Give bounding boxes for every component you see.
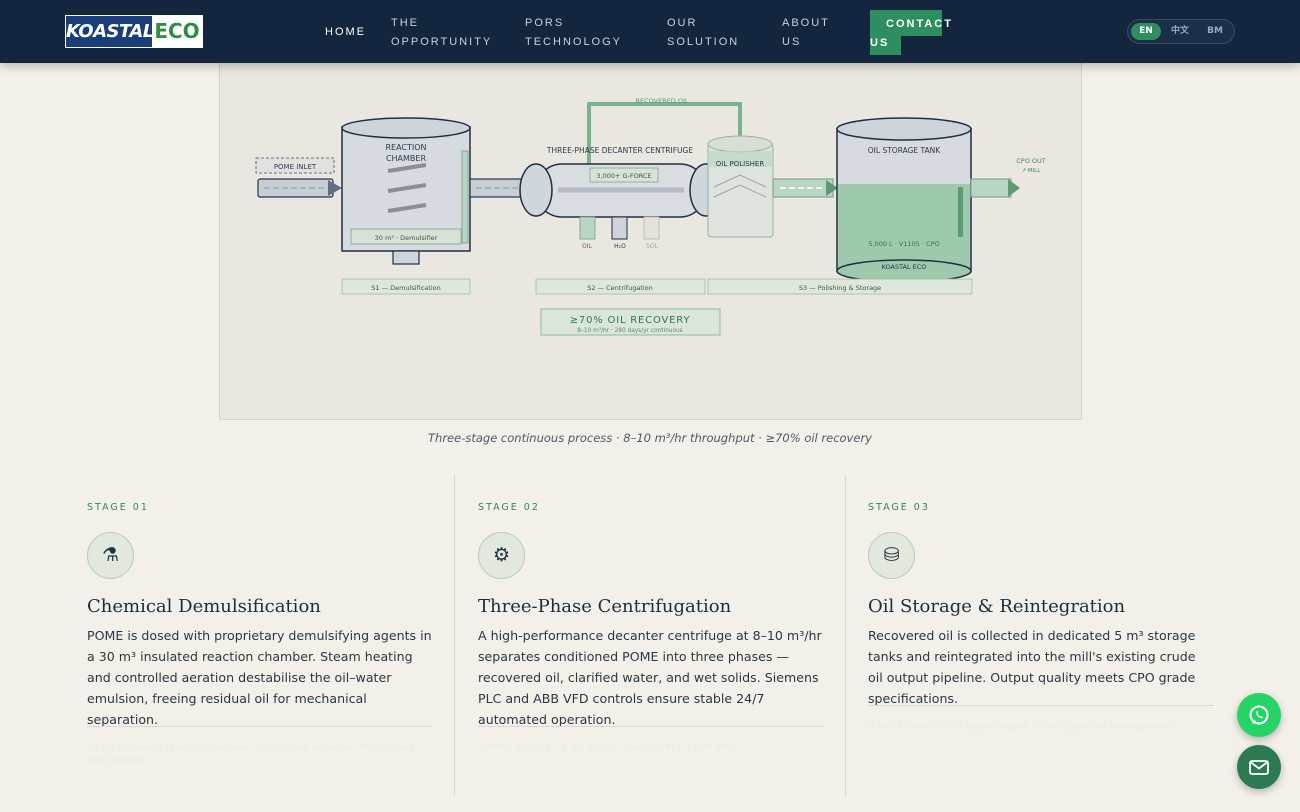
stage-title: Chemical Demulsification xyxy=(87,596,321,617)
tank-oil-level xyxy=(838,184,970,270)
stage-meta: 3,000+ G-force · 8–10 m³/hr · Siemens PL… xyxy=(478,742,824,755)
nav-label-line1: ABOUT xyxy=(782,17,830,29)
cpo-out-arrow xyxy=(1008,179,1020,197)
stage-meta: 5,000 L tanks · CPO grade output · Direc… xyxy=(868,721,1214,734)
water-outlet-label: H₂O xyxy=(614,243,626,250)
solids-outlet xyxy=(643,216,660,240)
nav-label-line2: US xyxy=(870,37,890,49)
reaction-chamber-label-2: CHAMBER xyxy=(386,154,427,163)
stage-description: A high-performance decanter centrifuge a… xyxy=(478,628,822,727)
logo-wordmark-eco: ECO xyxy=(152,16,202,47)
pome-inlet-label: POME INLET xyxy=(274,163,317,171)
stage-bar-s2-label: S2 — Centrifugation xyxy=(587,284,653,292)
recovered-oil-label: RECOVERED OIL xyxy=(635,97,688,105)
water-outlet xyxy=(611,216,628,240)
process-flow-diagram: RECOVERED OIL POME INLET REACTION CHAMBE… xyxy=(255,97,1046,336)
email-button[interactable] xyxy=(1237,745,1281,789)
stage-label: STAGE 03 xyxy=(868,502,930,513)
oil-polisher-label: OIL POLISHER xyxy=(716,160,765,168)
to-mill-label: ↗ MILL xyxy=(1022,168,1042,174)
nav-label-line1: THE xyxy=(391,17,419,29)
flask-icon: ⚗ xyxy=(87,532,134,579)
stage-bar-s1-label: S1 — Demulsification xyxy=(371,284,440,292)
nav-our-solution[interactable]: OUR SOLUTION xyxy=(667,14,739,52)
stage-card-02: STAGE 02 ⚙ Three-Phase Centrifugation A … xyxy=(454,474,824,796)
diagram-caption: Three-stage continuous process · 8–10 m³… xyxy=(428,431,872,445)
stage-meta-line2: demulsifiers xyxy=(87,756,146,766)
oil-recovery-subtext: 8–10 m³/hr · 280 days/yr continuous xyxy=(577,327,682,334)
whatsapp-icon xyxy=(1249,705,1269,725)
nav-label-line1: CONTACT xyxy=(886,18,953,30)
process-diagram-card: RECOVERED OIL POME INLET REACTION CHAMBE… xyxy=(219,40,1082,420)
stage-divider xyxy=(868,705,1214,706)
nav-label-line2: TECHNOLOGY xyxy=(525,36,623,48)
mail-icon xyxy=(1249,760,1269,775)
stage-card-01: STAGE 01 ⚗ Chemical Demulsification POME… xyxy=(87,474,433,796)
nav-pors-technology[interactable]: PORS TECHNOLOGY xyxy=(525,14,622,52)
storage-tank-spec: 5,000 L · V1105 · CPO xyxy=(868,240,939,248)
stage-card-03: STAGE 03 ⛁ Oil Storage & Reintegration R… xyxy=(845,474,1215,796)
logo-wordmark-koastal: KOASTAL xyxy=(66,16,154,47)
storage-tank-icon: ⛁ xyxy=(868,532,915,579)
oil-outlet xyxy=(579,216,596,240)
nav-the-opportunity[interactable]: THE OPPORTUNITY xyxy=(391,14,492,52)
stage-label: STAGE 02 xyxy=(478,502,540,513)
lang-en[interactable]: EN xyxy=(1131,23,1161,40)
lang-zh[interactable]: 中文 xyxy=(1165,23,1195,40)
oil-outlet-label: OIL xyxy=(582,243,592,250)
storage-tank-brand: KOASTAL ECO xyxy=(882,263,927,271)
stage-divider xyxy=(478,726,824,727)
decanter-title: THREE-PHASE DECANTER CENTRIFUGE xyxy=(546,146,693,155)
lang-bm[interactable]: BM xyxy=(1200,23,1230,40)
nav-label-line2: US xyxy=(782,36,802,48)
stage-label: STAGE 01 xyxy=(87,502,149,513)
stage-meta-line1: 5,000 L tanks · CPO grade output · Direc… xyxy=(868,722,1173,732)
nav-home-label: HOME xyxy=(325,26,366,38)
storage-tank-title: OIL STORAGE TANK xyxy=(868,146,942,155)
koastal-eco-logo[interactable]: KOASTAL ECO xyxy=(65,15,203,48)
stage-divider xyxy=(87,726,433,727)
nav-label-line2: SOLUTION xyxy=(667,36,740,48)
top-navigation-bar: KOASTAL ECO HOME THE OPPORTUNITY PORS TE… xyxy=(0,0,1300,63)
stage-meta: 30 m³ insulated reaction chamber · Contr… xyxy=(87,742,433,768)
gear-icon: ⚙ xyxy=(478,532,525,579)
gforce-label: 3,000+ G-FORCE xyxy=(596,172,651,180)
stage-description: POME is dosed with proprietary demulsify… xyxy=(87,628,432,727)
reaction-chamber-label-1: REACTION xyxy=(385,143,426,152)
language-switcher: EN 中文 BM xyxy=(1127,19,1235,44)
nav-label-line1: OUR xyxy=(667,17,698,29)
stage-meta-line1: 30 m³ insulated reaction chamber · Contr… xyxy=(87,743,415,753)
nav-home[interactable]: HOME xyxy=(325,23,366,42)
solids-outlet-label: SOL xyxy=(646,243,659,250)
stage-title: Oil Storage & Reintegration xyxy=(868,596,1126,617)
inlet-arrow xyxy=(328,180,342,196)
stage-bar-s3-label: S3 — Polishing & Storage xyxy=(799,284,881,292)
nav-label-line2: OPPORTUNITY xyxy=(391,36,493,48)
nav-contact-us-button[interactable]: CONTACT US xyxy=(870,10,951,55)
oil-recovery-headline: ≥70% OIL RECOVERY xyxy=(570,315,691,326)
demulsifier-label: 30 m³ · Demulsifier xyxy=(375,234,438,242)
stage-title: Three-Phase Centrifugation xyxy=(478,596,732,617)
stage-description: Recovered oil is collected in dedicated … xyxy=(868,628,1196,706)
cpo-out-label: CPO OUT xyxy=(1016,157,1046,165)
nav-about-us[interactable]: ABOUT US xyxy=(782,14,830,52)
stage-meta-line1: 3,000+ G-force · 8–10 m³/hr · Siemens PL… xyxy=(478,743,736,753)
whatsapp-button[interactable] xyxy=(1237,693,1281,737)
nav-label-line1: PORS xyxy=(525,17,565,29)
